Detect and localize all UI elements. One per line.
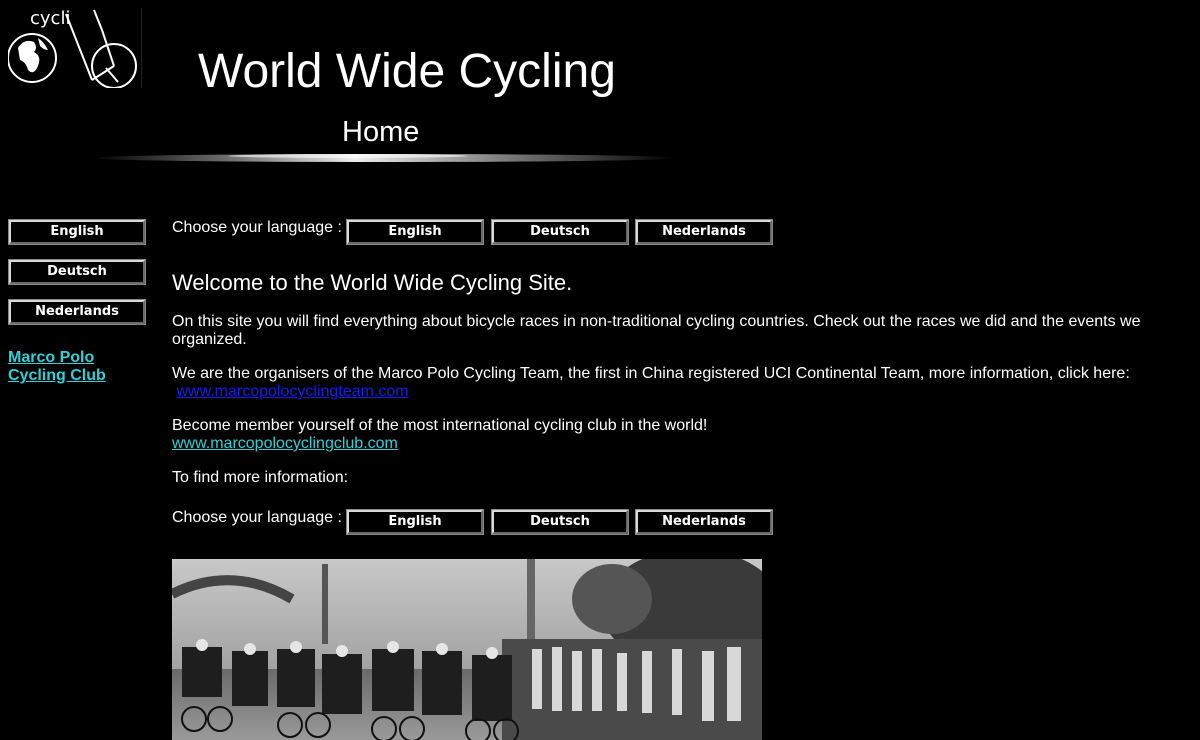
team-paragraph: We are the organisers of the Marco Polo … bbox=[172, 365, 1162, 401]
top-english-button[interactable]: English bbox=[346, 219, 484, 245]
club-link-line1: Marco Polo bbox=[8, 349, 95, 366]
globe-bicycle-logo-icon: cycli bbox=[8, 8, 137, 88]
choose-language-label-bottom: Choose your language : bbox=[172, 509, 342, 526]
site-logo[interactable]: cycli bbox=[8, 8, 142, 88]
sidebar-english-button[interactable]: English bbox=[8, 219, 146, 245]
welcome-heading: Welcome to the World Wide Cycling Site. bbox=[172, 270, 573, 295]
top-nederlands-button[interactable]: Nederlands bbox=[635, 219, 773, 245]
choose-language-label-top: Choose your language : bbox=[172, 219, 342, 236]
site-title: World Wide Cycling bbox=[198, 45, 616, 98]
sidebar-deutsch-button[interactable]: Deutsch bbox=[8, 259, 146, 285]
top-deutsch-button[interactable]: Deutsch bbox=[491, 219, 629, 245]
club-website-link[interactable]: www.marcopolocyclingclub.com bbox=[172, 435, 398, 452]
page: cycli World Wide Cycling Home English De… bbox=[0, 0, 1200, 740]
club-paragraph-text: Become member yourself of the most inter… bbox=[172, 417, 708, 434]
sidebar-club-link[interactable]: Marco Polo Cycling Club bbox=[8, 349, 138, 385]
team-website-link[interactable]: www.marcopolocyclingteam.com bbox=[176, 383, 408, 400]
swoosh-divider bbox=[92, 154, 676, 162]
bottom-deutsch-button[interactable]: Deutsch bbox=[491, 509, 629, 535]
race-photo bbox=[172, 559, 762, 740]
club-link-line2: Cycling Club bbox=[8, 367, 106, 384]
sidebar-nederlands-button[interactable]: Nederlands bbox=[8, 299, 146, 325]
bottom-english-button[interactable]: English bbox=[346, 509, 484, 535]
svg-text:cycli: cycli bbox=[30, 8, 70, 29]
more-info-text: To find more information: bbox=[172, 469, 349, 486]
team-paragraph-text: We are the organisers of the Marco Polo … bbox=[172, 365, 1130, 382]
bottom-nederlands-button[interactable]: Nederlands bbox=[635, 509, 773, 535]
intro-paragraph: On this site you will find everything ab… bbox=[172, 313, 1141, 348]
page-heading: Home bbox=[342, 116, 420, 148]
club-paragraph: Become member yourself of the most inter… bbox=[172, 417, 1162, 453]
